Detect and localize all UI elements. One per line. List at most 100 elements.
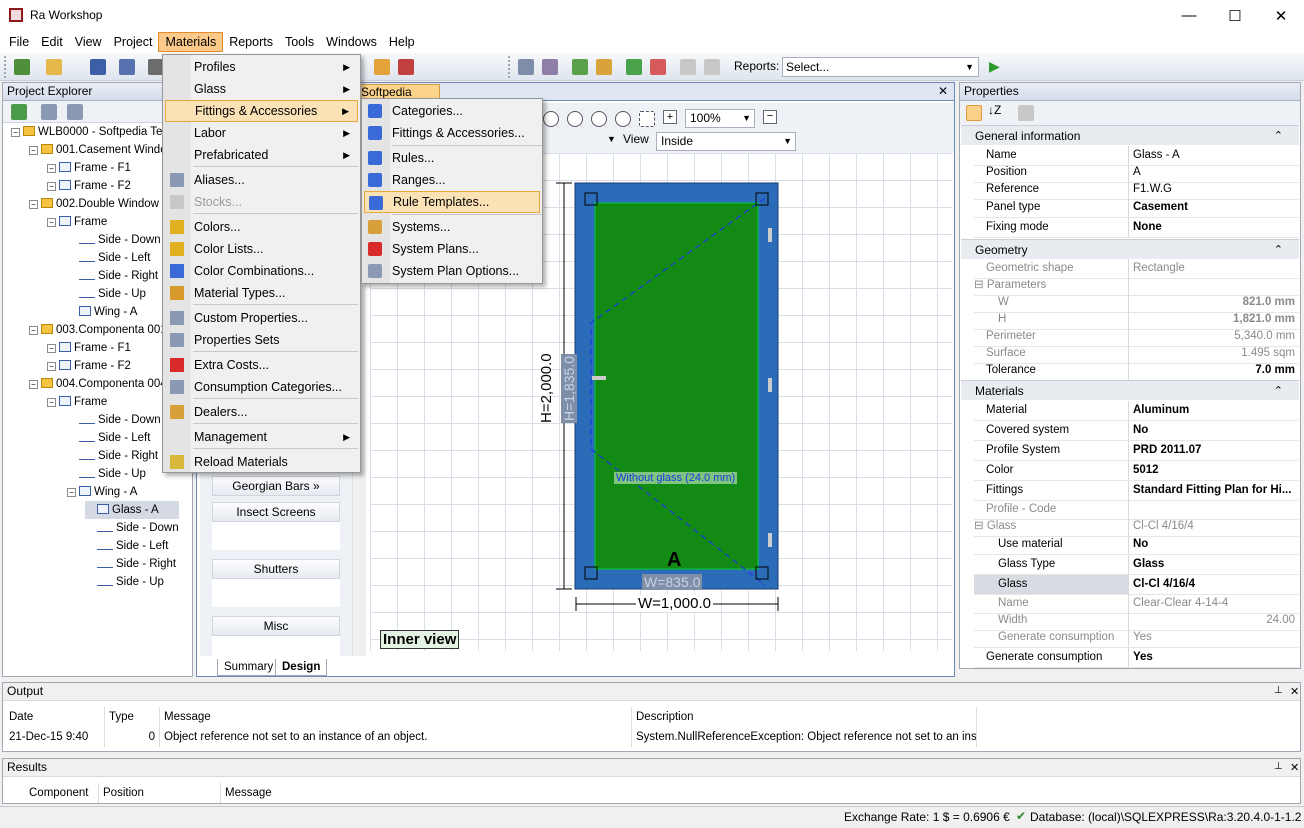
materials-menu-item[interactable]: Fittings & Accessories ▶ (165, 100, 358, 122)
property-section[interactable]: Geometry ⌃ (961, 239, 1299, 259)
add-green-icon[interactable] (572, 59, 588, 75)
toolbar-grip[interactable] (4, 56, 10, 78)
tree-item[interactable]: Side - Right (67, 447, 158, 465)
property-value[interactable]: No (1133, 421, 1299, 440)
property-row[interactable]: Covered system No (974, 421, 1299, 441)
col-position[interactable]: Position (99, 783, 221, 803)
fittings-submenu-item[interactable]: Ranges... (364, 169, 540, 191)
tree-item[interactable]: Side - Up (67, 285, 146, 303)
expand-icon[interactable]: − (47, 344, 56, 353)
property-value[interactable]: PRD 2011.07 (1133, 441, 1299, 460)
chevron-down-icon[interactable]: ▼ (607, 134, 616, 144)
menu-file[interactable]: File (3, 32, 35, 52)
materials-menu-item[interactable]: Colors... (165, 216, 358, 238)
close-icon[interactable]: ✕ (1290, 761, 1299, 774)
reports-select[interactable]: Select... ▼ (782, 57, 979, 77)
materials-menu-item[interactable]: Custom Properties... (165, 307, 358, 329)
expand-icon[interactable]: − (47, 182, 56, 191)
print-icon[interactable] (398, 59, 414, 75)
property-row[interactable]: Use material No (974, 535, 1299, 555)
menu-reports[interactable]: Reports (223, 32, 279, 52)
fittings-submenu-item[interactable]: Rules... (364, 147, 540, 169)
zoom-icon[interactable] (615, 111, 631, 127)
sort-az-icon[interactable]: ↓Z (988, 103, 1001, 117)
property-row[interactable]: Reference F1.W.G (974, 180, 1299, 200)
tab-summary[interactable]: Summary (217, 659, 281, 676)
property-value[interactable]: Cl-Cl 4/16/4 (1133, 575, 1299, 594)
property-value[interactable]: None (1133, 218, 1299, 237)
misc-items[interactable] (212, 636, 340, 656)
tree-item[interactable]: Side - Down (67, 411, 161, 429)
tree-item[interactable]: Side - Left (67, 429, 150, 447)
property-value[interactable]: Casement (1133, 198, 1299, 217)
expand-icon[interactable]: − (29, 146, 38, 155)
materials-menu-item[interactable]: Labor ▶ (165, 122, 358, 144)
expand-icon[interactable]: − (47, 164, 56, 173)
collapse-icon[interactable]: ⌃ (1274, 381, 1283, 401)
property-row[interactable]: ⊟ Glass Cl-Cl 4/16/4 (974, 517, 1299, 537)
col-description[interactable]: Description (632, 707, 977, 727)
expand-icon[interactable]: − (47, 362, 56, 371)
menu-windows[interactable]: Windows (320, 32, 383, 52)
expand-icon[interactable]: − (11, 128, 20, 137)
property-value[interactable]: F1.W.G (1133, 180, 1299, 199)
tree-item[interactable]: Side - Right (67, 267, 158, 285)
property-row[interactable]: Tolerance 7.0 mm (974, 361, 1299, 381)
property-row[interactable]: Glass Type Glass (974, 555, 1299, 575)
save-all-icon[interactable] (119, 59, 135, 75)
tree-item[interactable]: − Frame - F2 (47, 177, 131, 195)
maximize-button[interactable]: ☐ (1212, 0, 1258, 31)
close-document-icon[interactable]: ✕ (938, 84, 948, 98)
close-button[interactable]: ✕ (1258, 0, 1304, 31)
expand-icon[interactable]: − (47, 398, 56, 407)
zoom-fit-icon[interactable] (591, 111, 607, 127)
materials-menu-item[interactable]: Stocks... (165, 191, 358, 213)
tree-item[interactable]: − 004.Componenta 004 (29, 375, 167, 393)
list-icon[interactable] (41, 104, 57, 120)
insect-screen-items[interactable] (212, 522, 340, 550)
tree-add-icon[interactable] (626, 59, 642, 75)
tree-item[interactable]: Side - Left (67, 249, 150, 267)
tree-item[interactable]: Side - Right (85, 555, 176, 573)
tree-item[interactable]: Glass - A (85, 501, 179, 519)
tree-item[interactable]: − Wing - A (67, 483, 137, 501)
tree-item[interactable]: − Frame (47, 393, 107, 411)
property-row[interactable]: Generate consumption Yes (974, 628, 1299, 648)
link-icon[interactable] (680, 59, 696, 75)
zoom-select[interactable]: 100% ▼ (685, 109, 755, 128)
palette-shutters[interactable]: Shutters (212, 559, 340, 579)
materials-menu-item[interactable]: Extra Costs... (165, 354, 358, 376)
palette-georgian-bars[interactable]: Georgian Bars » (212, 476, 340, 496)
property-value[interactable]: No (1133, 535, 1299, 554)
palette-misc[interactable]: Misc (212, 616, 340, 636)
menu-help[interactable]: Help (383, 32, 421, 52)
toolbar-grip-2[interactable] (508, 56, 514, 78)
property-value[interactable]: 7.0 mm (1133, 361, 1299, 380)
tree-item[interactable]: Side - Up (67, 465, 146, 483)
property-row[interactable]: Glass Cl-Cl 4/16/4 (974, 575, 1299, 595)
col-type[interactable]: Type (105, 707, 160, 727)
expand-icon[interactable]: − (29, 326, 38, 335)
materials-menu-item[interactable]: Prefabricated ▶ (165, 144, 358, 166)
property-row[interactable]: Material Aluminum (974, 401, 1299, 421)
tree-item[interactable]: − 002.Double Window (29, 195, 159, 213)
property-row[interactable]: Color 5012 (974, 461, 1299, 481)
materials-menu-item[interactable]: Profiles ▶ (165, 56, 358, 78)
save-icon[interactable] (90, 59, 106, 75)
categorized-icon[interactable] (966, 105, 982, 121)
materials-menu-item[interactable]: Glass ▶ (165, 78, 358, 100)
menu-materials[interactable]: Materials (158, 32, 224, 52)
fittings-submenu-item[interactable]: Rule Templates... (364, 191, 540, 213)
menu-project[interactable]: Project (108, 32, 159, 52)
tree-remove-icon[interactable] (650, 59, 666, 75)
col-date[interactable]: Date (5, 707, 105, 727)
tree-item[interactable]: − 001.Casement Windo (29, 141, 167, 159)
select-area-icon[interactable] (639, 111, 655, 127)
tree-item[interactable]: − Frame - F1 (47, 339, 131, 357)
unlink-icon[interactable] (704, 59, 720, 75)
fittings-submenu-item[interactable]: Categories... (364, 100, 540, 122)
menu-view[interactable]: View (69, 32, 108, 52)
settings-icon[interactable] (542, 59, 558, 75)
minus-icon[interactable]: − (763, 110, 777, 124)
expand-icon[interactable]: − (47, 218, 56, 227)
